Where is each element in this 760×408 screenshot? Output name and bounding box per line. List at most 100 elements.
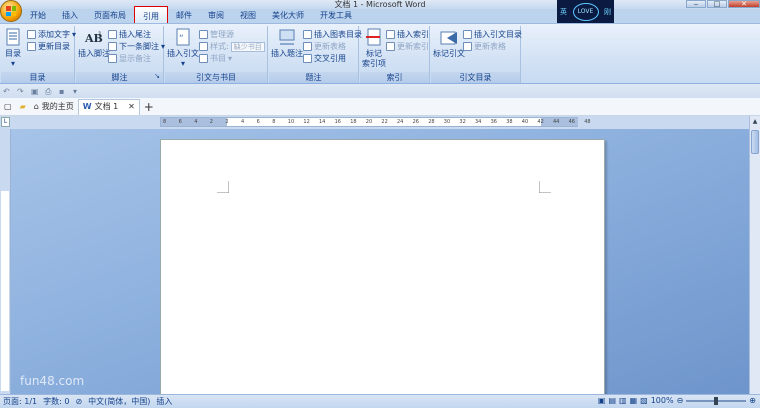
insert-citation-button[interactable]: “ 插入引文 ▾ [167, 28, 199, 69]
ruler-number: 12 [303, 119, 310, 125]
doc-tab-home-label: 我的主页 [41, 101, 74, 111]
view-draft-icon[interactable]: ▧ [640, 396, 648, 405]
group-captions: 插入题注 插入图表目录 更新表格 交叉引用 题注 [269, 26, 362, 83]
tab-developer[interactable]: 开发工具 [312, 9, 360, 23]
add-text-button[interactable]: 添加文字 ▾ [27, 29, 76, 40]
cross-reference-button[interactable]: 交叉引用 [303, 53, 346, 64]
ruler-corner-icon[interactable]: L [1, 117, 10, 127]
svg-text:“: “ [179, 34, 184, 44]
tab-page-layout[interactable]: 页面布局 [86, 9, 134, 23]
close-button[interactable]: ✕ [728, 0, 760, 8]
insert-toa-button[interactable]: 插入引文目录 [463, 29, 522, 40]
bibliography-label: 书目 [210, 54, 226, 63]
view-full-screen-icon[interactable]: ▤ [608, 396, 616, 405]
insert-endnote-button[interactable]: 插入尾注 [108, 29, 151, 40]
redo-icon[interactable]: ↷ [17, 87, 26, 96]
proofing-icon[interactable]: ⊘ [75, 397, 82, 406]
dialog-launcher-icon[interactable]: ↘ [154, 71, 160, 82]
undo-icon[interactable]: ↶ [3, 87, 12, 96]
view-print-layout-icon[interactable]: ▣ [598, 396, 606, 405]
footnote-icon: AB 1 [84, 28, 104, 48]
view-web-icon[interactable]: ▥ [619, 396, 627, 405]
mark-entry-button[interactable]: 标记 索引项 [362, 28, 386, 69]
zoom-level[interactable]: 100% [651, 396, 674, 405]
print-icon[interactable]: ⎙ [45, 87, 54, 96]
citation-icon: “ [173, 28, 193, 48]
ruler-bar[interactable]: 8 6 4 2 2 4 6 8 10 12 14 16 18 20 22 24 26 28 30 32 34 36 38 40… [160, 117, 591, 127]
new-tab-button[interactable]: + [140, 99, 158, 115]
update-table-button[interactable]: 更新表格 [303, 41, 346, 52]
print-preview-icon[interactable]: ▣ [31, 87, 40, 96]
ruler-number: 28 [428, 119, 435, 125]
insert-mode[interactable]: 插入 [156, 396, 172, 407]
style-dropdown[interactable]: 缺少书目 [230, 41, 265, 52]
show-notes-button[interactable]: 显示备注 [108, 53, 151, 64]
manage-sources-button[interactable]: 管理源 [199, 29, 234, 40]
scroll-thumb[interactable] [751, 130, 759, 154]
vertical-scrollbar[interactable]: ▲ [749, 116, 760, 394]
update-toa-button[interactable]: 更新表格 [463, 41, 506, 52]
customize-qat-icon[interactable]: ▾ [73, 87, 82, 96]
doc-tab-document1[interactable]: W 文档 1 ✕ [77, 98, 140, 115]
ruler-number: 32 [459, 119, 466, 125]
new-doc-icon[interactable]: ▢ [0, 99, 16, 115]
maximize-button[interactable]: □ [707, 0, 727, 8]
window-controls: ‒ □ ✕ [686, 0, 760, 8]
close-tab-icon[interactable]: ✕ [128, 99, 135, 115]
zoom-out-icon[interactable]: ⊖ [677, 396, 684, 405]
manage-sources-icon [199, 30, 208, 39]
update-index-label: 更新索引 [397, 42, 429, 51]
endnote-icon [108, 30, 117, 39]
tab-references[interactable]: 引用 [134, 6, 168, 23]
word-count[interactable]: 字数: 0 [43, 396, 69, 407]
tab-beautify[interactable]: 美化大师 [264, 9, 312, 23]
tab-insert[interactable]: 插入 [54, 9, 86, 23]
insert-citation-label: 插入引文 [167, 49, 199, 58]
office-button[interactable] [0, 0, 22, 22]
save-icon[interactable]: ▪ [59, 87, 68, 96]
tab-mailings[interactable]: 邮件 [168, 9, 200, 23]
ruler-number: 40 [521, 119, 529, 125]
language[interactable]: 中文(简体，中国) [88, 396, 150, 407]
manage-sources-label: 管理源 [210, 30, 234, 39]
ruler-number: 22 [381, 119, 388, 125]
doc-tab-home[interactable]: ⌂ 我的主页 [30, 99, 78, 115]
cross-reference-label: 交叉引用 [314, 54, 346, 63]
scroll-up-icon[interactable]: ▲ [751, 118, 759, 127]
add-text-icon [27, 30, 36, 39]
tab-review[interactable]: 审阅 [200, 9, 232, 23]
insert-index-button[interactable]: 插入索引 [386, 29, 429, 40]
document-page[interactable] [160, 139, 605, 397]
tab-view[interactable]: 视图 [232, 9, 264, 23]
group-table-of-authorities: 标记引文 插入引文目录 更新表格 引文目录 [431, 26, 522, 83]
mark-citation-button[interactable]: 标记引文 [433, 28, 465, 59]
tab-home[interactable]: 开始 [22, 9, 54, 23]
love-logo: 英 LOVE 刚 [557, 0, 614, 23]
group-toc: 目录 ▾ 添加文字 ▾ 更新目录 目录 [1, 26, 76, 83]
insert-footnote-button[interactable]: AB 1 插入脚注 [78, 28, 110, 59]
zoom-slider[interactable] [686, 396, 747, 405]
quick-access-toolbar: ↶ ↷ ▣ ⎙ ▪ ▾ [0, 84, 760, 98]
view-outline-icon[interactable]: ▦ [630, 396, 638, 405]
insert-caption-label: 插入题注 [271, 49, 303, 58]
vertical-ruler-bar[interactable] [1, 191, 9, 391]
svg-text:1: 1 [98, 31, 102, 38]
ruler-number: 26 [412, 119, 419, 125]
style-selector[interactable]: 样式: 缺少书目 [199, 41, 265, 52]
update-index-button[interactable]: 更新索引 [386, 41, 429, 52]
insert-caption-button[interactable]: 插入题注 [271, 28, 303, 59]
group-label-captions: 题注 [269, 72, 358, 83]
margin-mark-top-left [217, 181, 229, 193]
bibliography-button[interactable]: 书目 ▾ [199, 53, 232, 64]
horizontal-ruler: L 8 6 4 2 2 4 6 8 10 12 14 16 18 20 22 24 26 28 30 32 34 36 38… [0, 116, 760, 129]
group-index: 标记 索引项 插入索引 更新索引 索引 [360, 26, 430, 83]
page-count[interactable]: 页面: 1/1 [3, 396, 37, 407]
minimize-button[interactable]: ‒ [686, 0, 706, 8]
margin-mark-top-right [539, 181, 551, 193]
open-folder-icon[interactable]: ▰ [16, 99, 30, 115]
toc-button[interactable]: 目录 ▾ [3, 28, 23, 69]
update-toc-button[interactable]: 更新目录 [27, 41, 70, 52]
next-footnote-button[interactable]: 下一条脚注 ▾ [108, 41, 165, 52]
zoom-in-icon[interactable]: ⊕ [749, 396, 756, 405]
insert-table-of-figures-button[interactable]: 插入图表目录 [303, 29, 362, 40]
